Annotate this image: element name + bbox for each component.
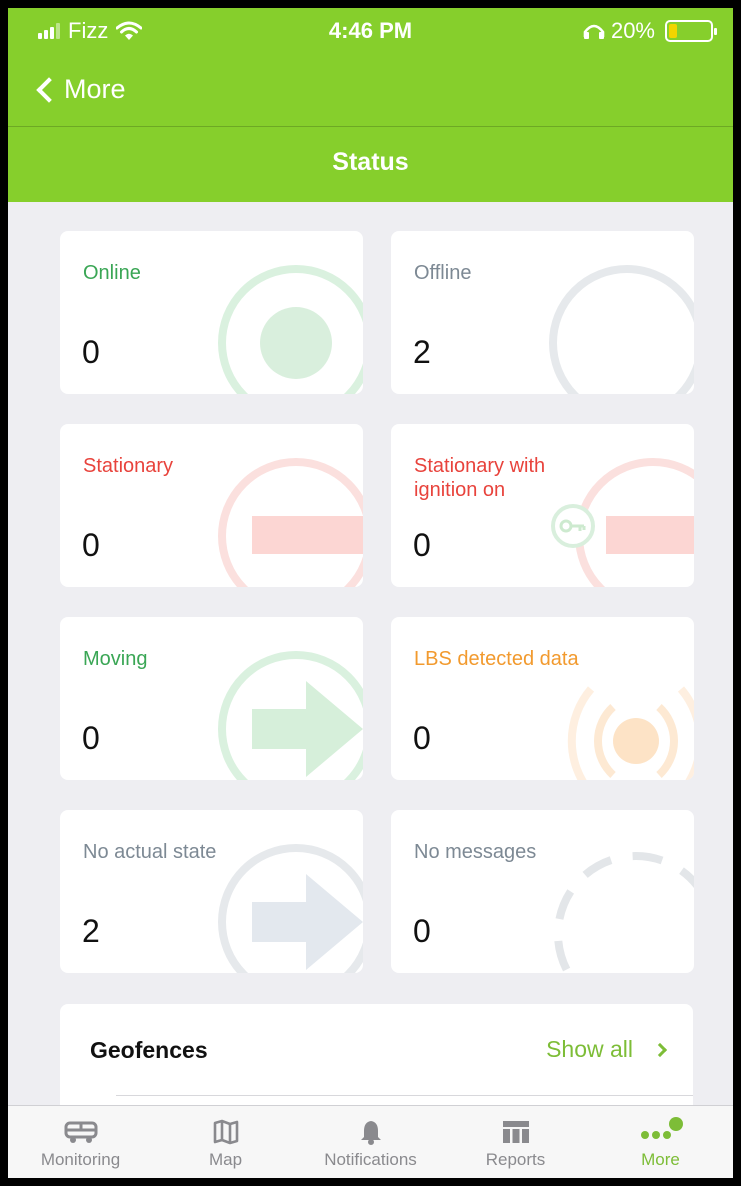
divider: [116, 1095, 693, 1096]
battery-level: [669, 24, 677, 38]
battery-icon: [665, 20, 717, 42]
tile-stationary[interactable]: Stationary 0: [60, 424, 363, 587]
tile-label: No messages: [414, 841, 537, 863]
reports-table-icon: [502, 1118, 530, 1146]
back-button[interactable]: More: [8, 74, 126, 105]
geofences-card: Geofences Show all: [60, 1004, 693, 1114]
tab-map[interactable]: Map: [153, 1106, 298, 1178]
show-all-label: Show all: [546, 1036, 633, 1062]
headphones-icon: [583, 24, 605, 39]
tab-label: Reports: [485, 1150, 546, 1169]
app-screen: Fizz 4:46 PM 20% More Status Online 0 Of…: [8, 8, 733, 1178]
chevron-right-icon: [652, 1042, 668, 1057]
header: Fizz 4:46 PM 20% More Status: [8, 8, 733, 202]
status-bar: Fizz 4:46 PM 20%: [8, 8, 733, 48]
divider: [8, 126, 733, 127]
stationary-icon: [218, 458, 363, 587]
tile-label: Offline: [414, 262, 472, 284]
tile-count: 0: [413, 913, 431, 949]
lbs-signal-icon: [567, 686, 694, 780]
tab-label: Monitoring: [40, 1150, 121, 1169]
back-label: More: [64, 73, 126, 104]
tile-label: Moving: [83, 648, 148, 670]
page-title: Status: [332, 148, 409, 176]
tab-more[interactable]: More: [588, 1106, 733, 1178]
tile-count: 0: [413, 527, 431, 563]
tab-label: Map: [208, 1150, 243, 1169]
moving-arrow-icon: [218, 651, 363, 780]
offline-icon: [549, 265, 694, 394]
tile-label: Online: [83, 262, 141, 284]
geofences-title: Geofences: [90, 1037, 208, 1063]
tile-stationary-ignition[interactable]: Stationary with ignition on 0: [391, 424, 694, 587]
tile-no-messages[interactable]: No messages 0: [391, 810, 694, 973]
stationary-ignition-icon: [551, 458, 694, 587]
tile-online[interactable]: Online 0: [60, 231, 363, 394]
tab-label: More: [641, 1150, 680, 1169]
tile-label: Stationary with ignition on: [414, 455, 546, 501]
chevron-left-icon: [36, 77, 62, 103]
more-dots-icon: [639, 1117, 683, 1146]
tile-label: LBS detected data: [414, 648, 579, 670]
tab-label: Notifications: [324, 1150, 417, 1169]
tile-count: 2: [413, 334, 431, 370]
car-icon: [64, 1118, 98, 1146]
tile-count: 0: [82, 334, 100, 370]
tile-label: Stationary: [83, 455, 174, 477]
tile-count: 2: [82, 913, 100, 949]
bell-icon: [360, 1118, 382, 1146]
map-icon: [213, 1118, 239, 1146]
tab-reports[interactable]: Reports: [443, 1106, 588, 1178]
tab-notifications[interactable]: Notifications: [298, 1106, 443, 1178]
tile-count: 0: [413, 720, 431, 756]
tile-offline[interactable]: Offline 2: [391, 231, 694, 394]
online-icon: [218, 265, 363, 394]
no-state-arrow-icon: [218, 844, 363, 973]
tab-bar: Monitoring Map Notifications Reports Mor…: [8, 1105, 733, 1178]
tile-count: 0: [82, 527, 100, 563]
battery-percent: 20%: [610, 18, 655, 43]
tile-count: 0: [82, 720, 100, 756]
tab-monitoring[interactable]: Monitoring: [8, 1106, 153, 1178]
show-all-button[interactable]: Show all: [546, 1036, 668, 1063]
tile-label: No actual state: [83, 841, 217, 863]
tile-no-actual-state[interactable]: No actual state 2: [60, 810, 363, 973]
no-messages-icon: [554, 852, 694, 973]
tile-moving[interactable]: Moving 0: [60, 617, 363, 780]
tile-lbs[interactable]: LBS detected data 0: [391, 617, 694, 780]
